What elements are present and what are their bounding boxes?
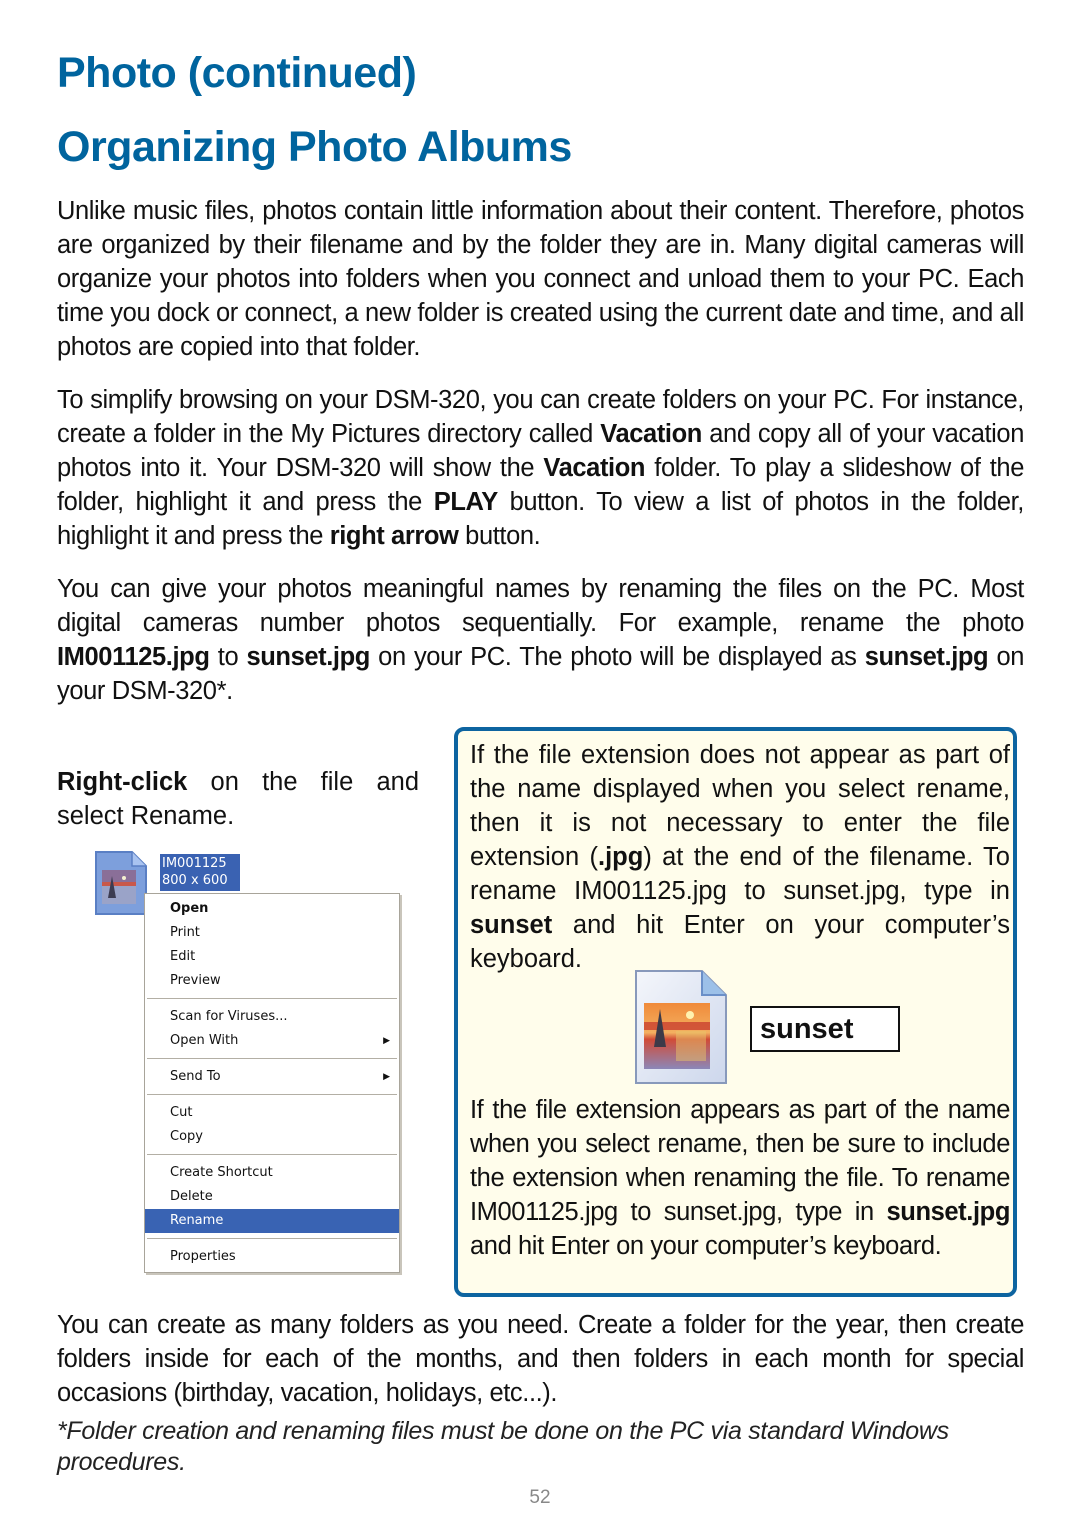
menu-item-label: Cut	[170, 1105, 193, 1120]
menu-item-open[interactable]: Open	[145, 897, 399, 921]
menu-separator	[147, 1094, 397, 1095]
file-dimensions: 800 x 600	[162, 873, 228, 888]
menu-item-label: Scan for Viruses...	[170, 1009, 288, 1024]
menu-item-label: Copy	[170, 1129, 203, 1144]
text: and hit Enter on your computer’s keyboar…	[470, 1232, 942, 1260]
text: to	[209, 643, 247, 671]
tip-no-extension: If the file extension does not appear as…	[470, 738, 1010, 976]
menu-separator	[147, 1058, 397, 1059]
bold-text: Right-click	[57, 768, 188, 796]
menu-item-edit[interactable]: Edit	[145, 945, 399, 969]
menu-separator	[147, 1238, 397, 1239]
menu-item-label: Delete	[170, 1189, 213, 1204]
bold-text: IM001125.jpg	[57, 643, 210, 671]
menu-item-delete[interactable]: Delete	[145, 1185, 399, 1209]
paragraph-folder-structure: You can create as many folders as you ne…	[57, 1311, 1024, 1407]
bold-text: Vacation	[543, 454, 646, 482]
page-number: 52	[529, 1487, 551, 1508]
instruction-text: Right-click on the file and select Renam…	[57, 765, 419, 833]
bold-text: sunset	[470, 911, 553, 939]
paragraph-folders: To simplify browsing on your DSM-320, yo…	[57, 383, 1024, 553]
bold-text: PLAY	[433, 488, 498, 516]
menu-item-label: Open	[170, 901, 209, 916]
menu-item-label: Send To	[170, 1069, 221, 1084]
menu-item-copy[interactable]: Copy	[145, 1125, 399, 1149]
menu-item-send-to[interactable]: Send To ▶	[145, 1065, 399, 1089]
tip-box: If the file extension does not appear as…	[454, 727, 1017, 1297]
menu-item-label: Print	[170, 925, 200, 940]
bold-text: sunset.jpg	[886, 1198, 1010, 1226]
footnote: *Folder creation and renaming files must…	[57, 1417, 949, 1476]
image-file-icon	[635, 970, 727, 1084]
paragraph-renaming: You can give your photos meaningful name…	[57, 572, 1024, 708]
tip-with-extension: If the file extension appears as part of…	[470, 1093, 1010, 1263]
bold-text: .jpg	[597, 843, 644, 871]
menu-item-label: Edit	[170, 949, 196, 964]
menu-item-print[interactable]: Print	[145, 921, 399, 945]
file-label[interactable]: IM001125 800 x 600	[160, 854, 240, 891]
bold-text: sunset.jpg	[864, 643, 989, 671]
image-file-icon	[95, 851, 147, 915]
submenu-arrow-icon: ▶	[383, 1036, 390, 1046]
menu-item-scan-for-viruses[interactable]: Scan for Viruses...	[145, 1005, 399, 1029]
submenu-arrow-icon: ▶	[383, 1072, 390, 1082]
menu-item-open-with[interactable]: Open With ▶	[145, 1029, 399, 1053]
context-menu: Open Print Edit Preview Scan for Viruses... O…	[144, 893, 400, 1273]
menu-separator	[147, 998, 397, 999]
menu-item-label: Rename	[170, 1213, 224, 1228]
file-name: IM001125	[162, 856, 227, 871]
page-title: Photo (continued)	[57, 49, 417, 97]
menu-item-label: Open With	[170, 1033, 239, 1048]
text: You can give your photos meaningful name…	[57, 575, 1024, 637]
bold-text: right arrow	[329, 522, 459, 550]
menu-item-create-shortcut[interactable]: Create Shortcut	[145, 1161, 399, 1185]
menu-item-rename[interactable]: Rename	[145, 1209, 399, 1233]
menu-item-label: Properties	[170, 1249, 236, 1264]
bold-text: sunset.jpg	[246, 643, 370, 671]
bold-text: Vacation	[600, 420, 702, 448]
section-heading: Organizing Photo Albums	[57, 123, 572, 171]
paragraph-intro: Unlike music files, photos contain littl…	[57, 197, 1024, 361]
menu-item-preview[interactable]: Preview	[145, 969, 399, 993]
text: button.	[458, 522, 541, 550]
menu-item-label: Create Shortcut	[170, 1165, 273, 1180]
text: on your PC. The photo will be displayed …	[369, 643, 865, 671]
menu-item-cut[interactable]: Cut	[145, 1101, 399, 1125]
menu-separator	[147, 1154, 397, 1155]
menu-item-properties[interactable]: Properties	[145, 1245, 399, 1269]
rename-input[interactable]: sunset	[750, 1006, 900, 1052]
menu-item-label: Preview	[170, 973, 221, 988]
